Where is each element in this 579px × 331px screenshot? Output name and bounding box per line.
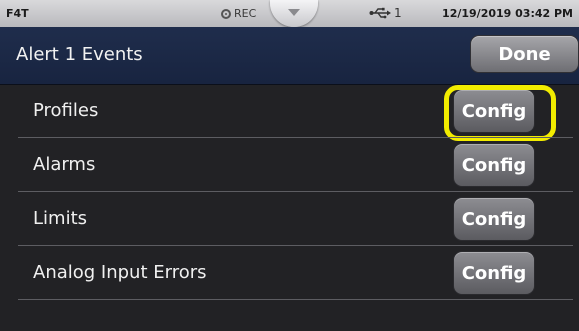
config-button-alarms[interactable]: Config (453, 143, 535, 187)
brand-label: F4T (6, 7, 29, 20)
record-indicator[interactable]: REC (221, 7, 256, 20)
list-item-label: Limits (33, 208, 87, 229)
config-button-profiles[interactable]: Config (453, 89, 535, 133)
list-item-limits: Limits Config (0, 192, 579, 246)
divider (18, 299, 573, 300)
status-bar: F4T REC 1 12/19/2019 03:42 PM (0, 0, 579, 27)
list-item-profiles: Profiles Config (0, 84, 579, 141)
datetime: 12/19/2019 03:42 PM (442, 7, 573, 20)
title-bar: Alert 1 Events Done (0, 27, 579, 85)
list-item-analog-input-errors: Analog Input Errors Config (0, 246, 579, 300)
list-item-label: Analog Input Errors (33, 262, 207, 283)
event-list: Profiles Config Alarms Config Limits Con… (0, 84, 579, 300)
usb-icon (369, 7, 391, 19)
page-title: Alert 1 Events (16, 44, 143, 65)
record-icon (221, 8, 231, 19)
config-button-analog-input-errors[interactable]: Config (453, 251, 535, 295)
pulldown-tab[interactable] (270, 0, 318, 27)
usb-count: 1 (394, 6, 402, 20)
chevron-down-icon (288, 9, 300, 16)
list-item-label: Profiles (33, 100, 99, 121)
usb-indicator: 1 (369, 6, 402, 20)
record-label: REC (234, 7, 257, 20)
list-item-alarms: Alarms Config (0, 138, 579, 192)
list-item-label: Alarms (33, 154, 96, 175)
screen: F4T REC 1 12/19/2019 03:42 PM Alert 1 Ev… (0, 0, 579, 331)
done-button[interactable]: Done (470, 35, 579, 73)
config-button-limits[interactable]: Config (453, 197, 535, 241)
